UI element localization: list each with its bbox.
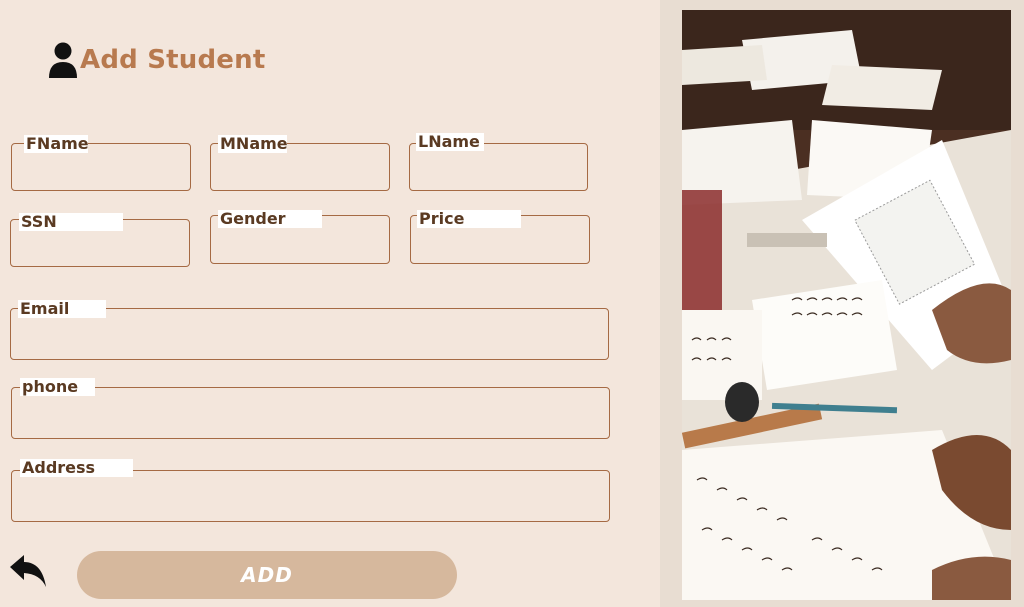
price-input[interactable]: [417, 233, 583, 259]
address-input[interactable]: [18, 491, 603, 517]
fname-label: FName: [24, 134, 89, 153]
back-button[interactable]: [8, 553, 48, 591]
phone-label: phone: [20, 378, 95, 396]
calligraphy-class-photo: [682, 10, 1011, 600]
mname-input[interactable]: [217, 160, 383, 186]
address-field[interactable]: [11, 470, 610, 522]
fname-input[interactable]: [18, 160, 184, 186]
gender-label: Gender: [218, 210, 322, 228]
phone-input[interactable]: [18, 408, 603, 434]
mname-label: MName: [218, 134, 288, 153]
gender-input[interactable]: [217, 233, 383, 259]
ssn-input[interactable]: [17, 236, 183, 262]
add-button[interactable]: ADD: [77, 551, 457, 599]
lname-label: LName: [416, 133, 484, 151]
ssn-label: SSN: [19, 213, 123, 231]
page-header: Add Student: [48, 40, 265, 80]
price-label: Price: [417, 210, 521, 228]
user-icon: [49, 42, 77, 78]
email-label: Email: [18, 300, 106, 318]
lname-input[interactable]: [416, 160, 581, 186]
page-title: Add Student: [80, 45, 266, 75]
address-label: Address: [20, 459, 133, 477]
phone-field[interactable]: [11, 387, 610, 439]
email-input[interactable]: [17, 329, 602, 355]
back-arrow-icon: [10, 555, 46, 587]
